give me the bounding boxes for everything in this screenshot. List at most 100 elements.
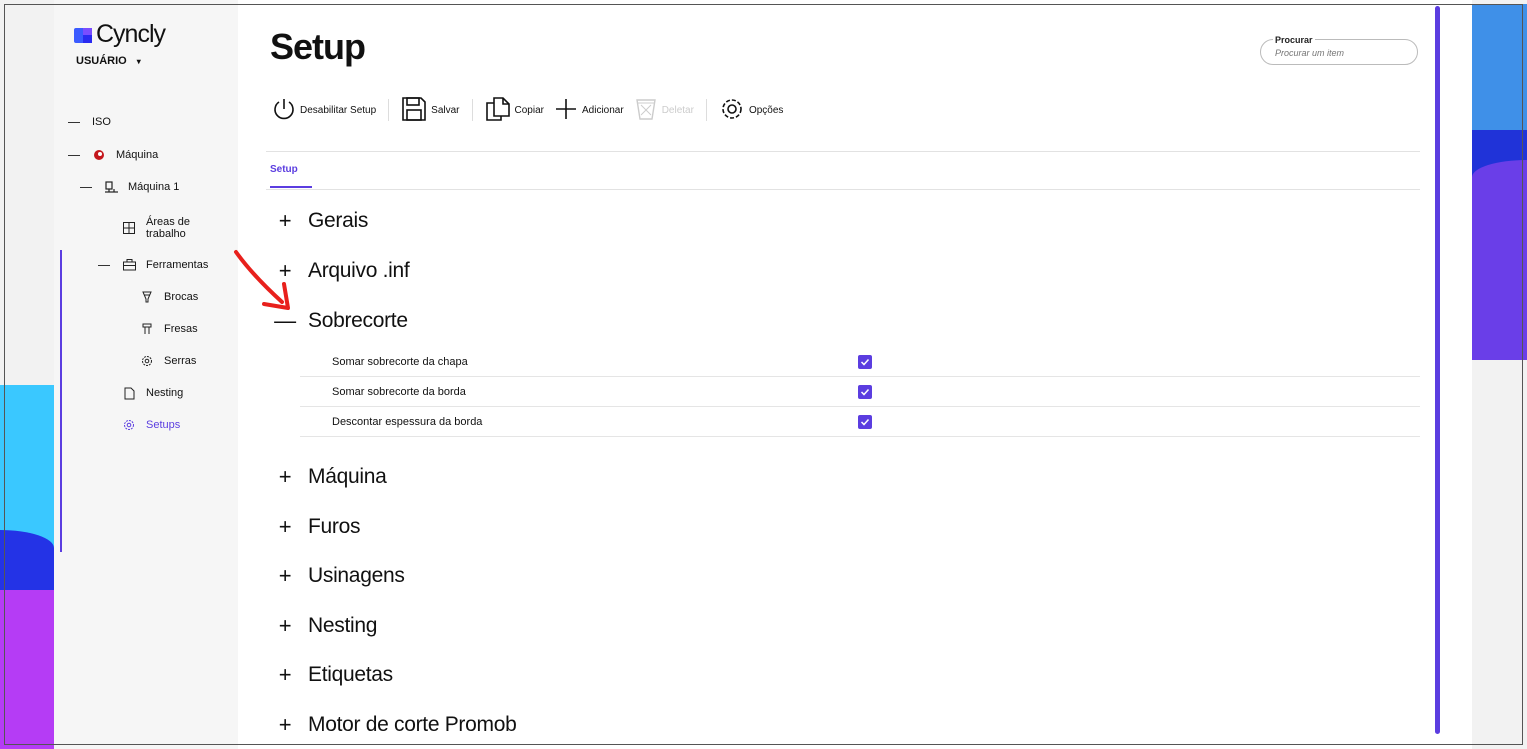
save-icon [401,96,427,125]
section-usinagens[interactable]: + Usinagens [276,563,405,589]
collapse-icon[interactable] [80,186,92,188]
toolbox-icon [122,258,136,272]
chevron-down-icon: ▾ [136,56,141,66]
sidebar-item-maquina-1[interactable]: Máquina 1 [80,180,179,194]
sidebar-item-ferramentas[interactable]: Ferramentas [98,258,208,272]
disable-setup-label: Desabilitar Setup [300,104,377,116]
section-label: Furos [308,515,361,538]
option-row: Somar sobrecorte da chapa [300,347,1420,377]
save-label: Salvar [431,104,460,116]
section-label: Arquivo .inf [308,259,410,282]
divider [266,151,1420,152]
checkbox-somar-sobrecorte-chapa[interactable] [858,354,872,369]
plus-icon: + [278,514,292,539]
section-gerais[interactable]: + Gerais [276,208,369,234]
sidebar-item-label: Ferramentas [146,259,209,271]
grid-icon [122,221,136,235]
collapse-icon[interactable] [98,264,110,266]
page-title: Setup [270,26,366,67]
scrollbar[interactable] [1435,6,1440,734]
option-label: Somar sobrecorte da chapa [332,355,468,368]
delete-label: Deletar [661,104,694,116]
section-motor-de-corte-promob[interactable]: + Motor de corte Promob [276,712,517,738]
gear-icon [719,96,745,125]
section-label: Sobrecorte [308,309,408,332]
brand-logo[interactable]: Cyncly [74,20,166,49]
sidebar-item-label: Serras [164,355,197,367]
delete-button[interactable]: Deletar [634,97,704,124]
disable-setup-button[interactable]: Desabilitar Setup [272,97,386,124]
sidebar-item-iso[interactable]: ISO [68,116,111,128]
option-label: Descontar espessura da borda [332,415,483,428]
collapse-icon[interactable] [68,154,80,156]
user-label: USUÁRIO [76,55,127,67]
sidebar-item-label: ISO [92,116,111,128]
option-label: Somar sobrecorte da borda [332,385,466,398]
mill-icon [140,322,154,336]
plus-icon: + [278,208,292,233]
save-button[interactable]: Salvar [401,96,469,125]
machine-brand-icon [92,148,106,162]
deco-purple-band [0,590,54,749]
sidebar-item-brocas[interactable]: Brocas [140,290,198,304]
checkbox-descontar-espessura-borda[interactable] [858,414,872,429]
trash-icon [634,97,658,124]
plus-icon: + [278,662,292,687]
brand-name: Cyncly [96,20,166,48]
section-furos[interactable]: + Furos [276,514,361,540]
section-etiquetas[interactable]: + Etiquetas [276,662,393,688]
sidebar-item-label: Máquina 1 [128,181,180,193]
plus-icon [554,97,578,124]
section-nesting[interactable]: + Nesting [276,613,378,639]
sidebar-item-label: Setups [146,419,181,431]
add-label: Adicionar [581,104,624,116]
toolbar-divider [388,99,390,121]
left-decoration [0,0,54,749]
saw-gear-icon [140,354,154,368]
deco-sky-band [1472,4,1527,132]
search-input[interactable] [1275,48,1405,58]
machine-icon [104,180,118,194]
section-label: Motor de corte Promob [308,713,517,736]
toolbar: Desabilitar Setup Salvar Copiar Adiciona… [272,94,793,126]
sidebar-item-areas-de-trabalho[interactable]: Áreas de trabalho [122,216,196,240]
sidebar-item-label: Brocas [164,291,199,303]
option-row: Somar sobrecorte da borda [300,377,1420,407]
tree-active-line [60,250,62,552]
section-label: Nesting [308,614,378,637]
search-box[interactable]: Procurar [1260,35,1418,65]
plus-icon: + [278,712,292,737]
section-label: Máquina [308,465,387,488]
add-button[interactable]: Adicionar [554,97,634,124]
tab-setup[interactable]: Setup [270,164,298,175]
deco-violet-band [1472,160,1527,360]
section-label: Gerais [308,209,369,232]
sidebar-item-label: Fresas [164,323,198,335]
sidebar-item-setups[interactable]: Setups [122,418,180,432]
section-maquina[interactable]: + Máquina [276,464,387,490]
gear-icon [122,418,136,432]
search-label: Procurar [1273,35,1315,45]
sidebar-item-nesting[interactable]: Nesting [122,386,183,400]
collapse-icon[interactable] [68,121,80,123]
plus-icon: + [278,613,292,638]
sidebar-item-serras[interactable]: Serras [140,354,196,368]
options-button[interactable]: Opções [719,96,793,125]
toolbar-divider [471,99,473,121]
sidebar-item-label: Nesting [146,387,184,399]
sidebar-item-fresas[interactable]: Fresas [140,322,198,336]
copy-icon [485,96,511,125]
section-label: Etiquetas [308,663,393,686]
plus-icon: + [278,563,292,588]
power-icon [272,97,296,124]
copy-button[interactable]: Copiar [485,96,554,125]
user-menu[interactable]: USUÁRIO ▾ [76,55,141,67]
drill-icon [140,290,154,304]
annotation-arrow-icon [234,250,290,310]
sidebar: Cyncly USUÁRIO ▾ ISO Máquina Máquina 1 Á… [54,0,238,749]
sidebar-item-maquina[interactable]: Máquina [68,148,158,162]
copy-label: Copiar [514,104,544,116]
active-tab-indicator [270,186,312,188]
checkbox-somar-sobrecorte-borda[interactable] [858,384,872,399]
right-decoration [1472,0,1527,749]
